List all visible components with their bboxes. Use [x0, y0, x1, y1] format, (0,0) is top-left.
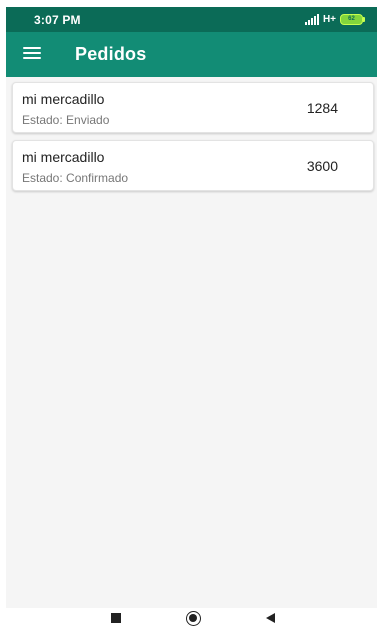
order-status-label: Estado: — [22, 171, 67, 185]
menu-icon[interactable] — [23, 46, 41, 60]
recent-apps-icon[interactable] — [111, 613, 121, 623]
status-indicators: H+ 62 — [304, 12, 365, 27]
order-status-value: Confirmado — [66, 171, 129, 185]
order-name: mi mercadillo — [22, 91, 105, 107]
order-status-label: Estado: — [22, 113, 67, 127]
status-bar: 3:07 PM H+ 62 — [6, 7, 377, 32]
system-navigation-bar — [0, 608, 377, 629]
order-status-value: Enviado — [66, 113, 110, 127]
app-screen: 3:07 PM H+ 62 Pedidos mi mercadillo Esta… — [6, 7, 377, 608]
signal-icon — [304, 13, 319, 25]
page-title: Pedidos — [75, 44, 147, 64]
order-name: mi mercadillo — [22, 149, 105, 165]
order-status: Estado: Enviado — [22, 113, 109, 127]
order-card[interactable]: mi mercadillo Estado: Confirmado 3600 — [12, 140, 374, 191]
battery-icon: 62 — [340, 14, 365, 25]
app-bar: Pedidos — [6, 32, 377, 77]
order-status: Estado: Confirmado — [22, 171, 128, 185]
back-icon[interactable] — [266, 613, 275, 623]
status-time: 3:07 PM — [34, 13, 81, 27]
orders-list: mi mercadillo Estado: Enviado 1284 mi me… — [12, 82, 374, 198]
network-type: H+ — [322, 14, 336, 25]
home-icon[interactable] — [186, 611, 201, 626]
order-card[interactable]: mi mercadillo Estado: Enviado 1284 — [12, 82, 374, 133]
order-total: 1284 — [306, 100, 338, 116]
order-total: 3600 — [306, 158, 338, 174]
